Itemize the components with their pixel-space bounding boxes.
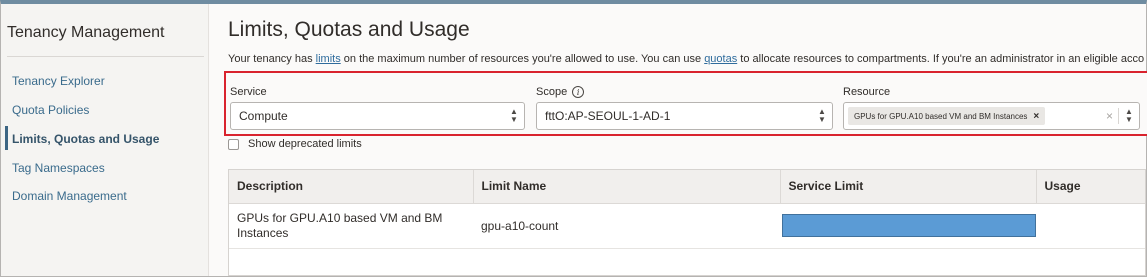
active-indicator [5,126,8,150]
sidebar-item-tag-namespaces[interactable]: Tag Namespaces [12,161,105,175]
filter-panel: Service Compute ▲ ▼ Scope i fttO:AP-SEOUL… [224,71,1147,136]
resource-tag-label: GPUs for GPU.A10 based VM and BM Instanc… [854,111,1028,121]
service-label: Service [230,86,267,98]
table-row: GPUs for GPU.A10 based VM and BM Instanc… [229,203,1145,249]
service-value: Compute [239,109,288,123]
sidebar-divider [7,56,204,57]
cell-limit-name: gpu-a10-count [473,203,780,249]
resource-label: Resource [843,86,890,98]
sidebar-title: Tenancy Management [7,24,165,41]
intro-text-part: on the maximum number of resources you'r… [340,53,705,65]
col-limit-name[interactable]: Limit Name [473,170,781,204]
tag-remove-icon[interactable]: × [1033,111,1039,122]
sidebar-item-limits-quotas-usage[interactable]: Limits, Quotas and Usage [12,132,159,146]
service-label-text: Service [230,86,267,98]
scope-label: Scope i [536,86,585,98]
resource-tag: GPUs for GPU.A10 based VM and BM Instanc… [848,107,1046,125]
scope-label-text: Scope [536,86,568,98]
select-arrows-icon: ▲ ▼ [510,107,518,124]
page-title: Limits, Quotas and Usage [228,18,470,41]
sidebar-item-domain-management[interactable]: Domain Management [12,189,127,203]
cell-service-limit [780,203,1036,249]
info-icon[interactable]: i [572,86,585,98]
show-deprecated-checkbox[interactable] [228,138,239,150]
service-select[interactable]: Compute ▲ ▼ [230,102,525,130]
cell-description: GPUs for GPU.A10 based VM and BM Instanc… [229,203,473,249]
sidebar-item-tenancy-explorer[interactable]: Tenancy Explorer [12,74,105,88]
resource-select[interactable]: GPUs for GPU.A10 based VM and BM Instanc… [843,102,1140,130]
scope-select[interactable]: fttO:AP-SEOUL-1-AD-1 ▲ ▼ [536,102,833,130]
service-limit-highlight [782,214,1036,237]
sidebar: Tenancy Management Tenancy Explorer Quot… [1,4,209,276]
intro-text-part: to allocate resources to compartments. I… [737,53,1145,65]
col-usage[interactable]: Usage [1036,170,1145,204]
sidebar-item-quota-policies[interactable]: Quota Policies [12,103,89,117]
select-arrows-icon: ▲ ▼ [818,107,826,124]
intro-text-part: Your tenancy has [228,53,316,65]
show-deprecated-label[interactable]: Show deprecated limits [248,138,362,150]
select-arrows-icon: ▲ ▼ [1125,107,1133,124]
scope-value: fttO:AP-SEOUL-1-AD-1 [545,109,671,123]
resource-label-text: Resource [843,86,891,98]
show-deprecated-row: Show deprecated limits [228,138,362,150]
divider [1118,108,1119,124]
limits-link[interactable]: limits [316,53,341,65]
clear-icon[interactable]: × [1106,109,1113,123]
intro-text: Your tenancy has limits on the maximum n… [228,53,1144,65]
table-header-row: Description Limit Name Service Limit Usa… [229,170,1145,204]
limits-table: Description Limit Name Service Limit Usa… [228,169,1146,276]
col-service-limit[interactable]: Service Limit [780,170,1037,204]
col-description[interactable]: Description [229,170,474,204]
main-content: Limits, Quotas and Usage Your tenancy ha… [210,4,1147,276]
cell-usage [1036,203,1145,249]
quotas-link[interactable]: quotas [704,53,737,65]
